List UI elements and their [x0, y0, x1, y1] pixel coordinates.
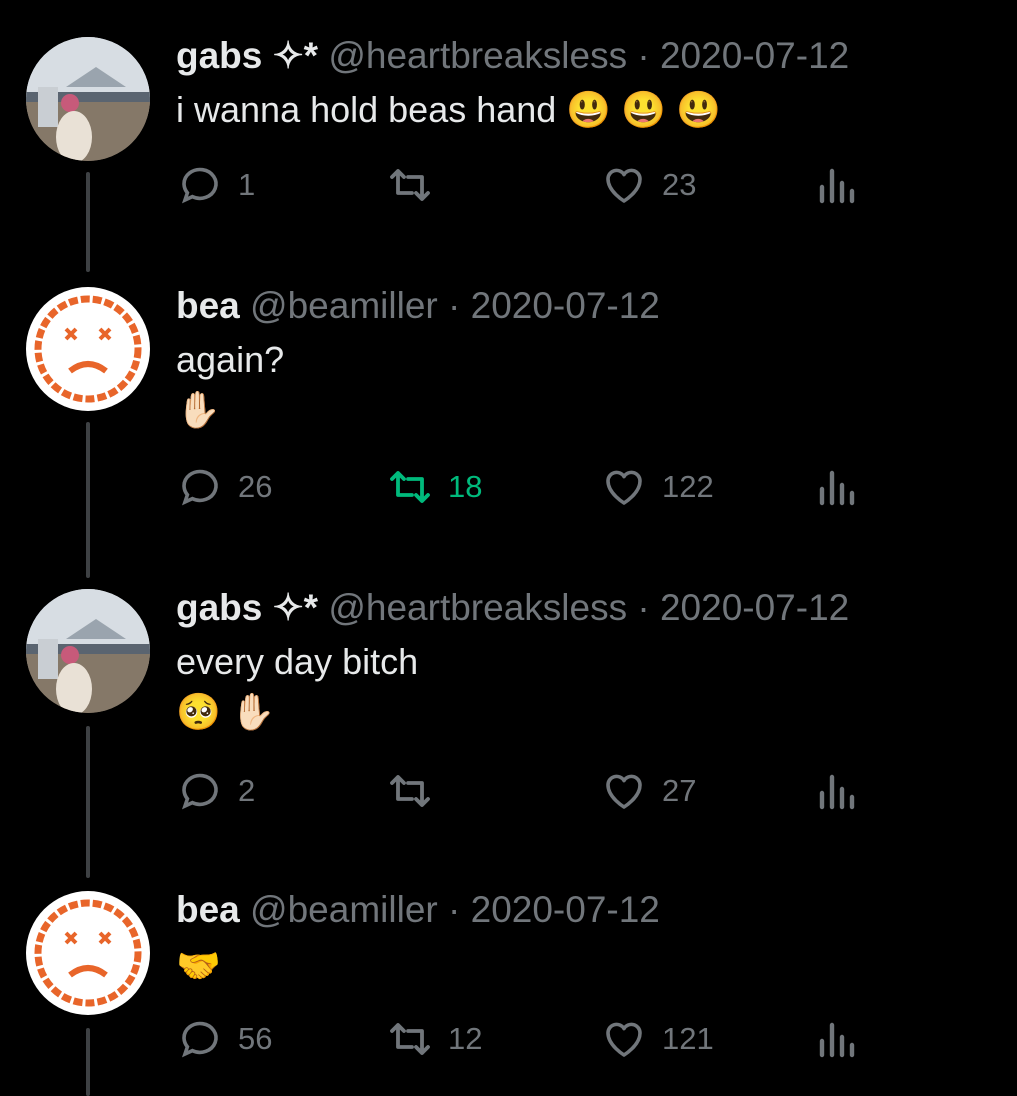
- bar-chart-icon: [819, 470, 855, 506]
- like-count: 27: [662, 773, 697, 808]
- action-bar: 26 18 122: [176, 462, 876, 512]
- reply-button[interactable]: 26: [176, 462, 272, 512]
- reply-count: 2: [238, 773, 256, 808]
- heart-icon: [606, 774, 642, 809]
- views-button[interactable]: [816, 1014, 856, 1064]
- tweet-header: bea @beamiller · 2020-07-12: [176, 888, 997, 932]
- tweet-header: bea @beamiller · 2020-07-12: [176, 284, 997, 328]
- speech-bubble-icon: [181, 773, 218, 810]
- avatar-photo-image: [26, 589, 150, 713]
- handle[interactable]: @heartbreaksless: [328, 35, 627, 76]
- like-count: 122: [662, 469, 714, 504]
- action-bar: 2 27: [176, 766, 876, 816]
- reply-button[interactable]: 2: [176, 766, 255, 816]
- timestamp[interactable]: · 2020-07-12: [448, 285, 660, 326]
- bar-chart-icon: [819, 1022, 855, 1058]
- tweet-emoji: 🥺 ✋🏻: [176, 691, 276, 732]
- timestamp[interactable]: · 2020-07-12: [448, 889, 660, 930]
- tweet-text: i wanna hold beas hand 😃 😃 😃: [176, 84, 997, 136]
- avatar[interactable]: [26, 589, 150, 713]
- tweet-text-content: every day bitch: [176, 641, 419, 682]
- like-count: 23: [662, 167, 697, 202]
- heart-icon: [606, 470, 642, 505]
- retweet-count: 12: [448, 1021, 483, 1056]
- pixel-face-image: [34, 899, 142, 1007]
- thread-connector-line: [86, 172, 90, 272]
- retweet-icon: [390, 169, 430, 201]
- avatar[interactable]: [26, 287, 150, 411]
- views-button[interactable]: [816, 160, 856, 210]
- like-button[interactable]: 122: [600, 462, 714, 512]
- avatar[interactable]: [26, 37, 150, 161]
- like-count: 121: [662, 1021, 714, 1056]
- thread-connector-line: [86, 422, 90, 578]
- tweet-text-content: i wanna hold beas hand: [176, 89, 557, 130]
- avatar-photo-image: [26, 37, 150, 161]
- tweet-header: gabs ✧* @heartbreaksless · 2020-07-12: [176, 586, 997, 630]
- views-button[interactable]: [816, 766, 856, 816]
- handle[interactable]: @beamiller: [250, 889, 438, 930]
- like-button[interactable]: 121: [600, 1014, 714, 1064]
- speech-bubble-icon: [181, 1021, 218, 1058]
- handle[interactable]: @heartbreaksless: [328, 587, 627, 628]
- pixel-face-image: [34, 295, 142, 403]
- views-button[interactable]: [816, 462, 856, 512]
- heart-icon: [606, 168, 642, 203]
- display-name[interactable]: gabs ✧*: [176, 587, 318, 628]
- like-button[interactable]: 23: [600, 160, 696, 210]
- retweet-count: 18: [448, 469, 483, 504]
- bar-chart-icon: [819, 774, 855, 810]
- retweet-icon: [390, 1023, 430, 1055]
- retweet-button[interactable]: [386, 160, 448, 210]
- reply-button[interactable]: 56: [176, 1014, 272, 1064]
- retweet-icon: [390, 775, 430, 807]
- display-name[interactable]: gabs ✧*: [176, 35, 318, 76]
- timestamp[interactable]: · 2020-07-12: [637, 587, 849, 628]
- tweet-emoji: 🤝: [176, 945, 221, 986]
- tweet-emoji: 😃 😃 😃: [566, 89, 721, 130]
- thread-connector-line: [86, 726, 90, 878]
- retweet-button[interactable]: 18: [386, 462, 482, 512]
- retweet-button[interactable]: 12: [386, 1014, 482, 1064]
- display-name[interactable]: bea: [176, 285, 240, 326]
- reply-thread: gabs ✧* @heartbreaksless · 2020-07-12 i …: [0, 0, 1017, 1096]
- like-button[interactable]: 27: [600, 766, 696, 816]
- action-bar: 56 12 121: [176, 1014, 876, 1064]
- retweet-button[interactable]: [386, 766, 448, 816]
- action-bar: 1 23: [176, 160, 876, 210]
- retweet-icon: [390, 471, 430, 503]
- timestamp[interactable]: · 2020-07-12: [637, 35, 849, 76]
- tweet-header: gabs ✧* @heartbreaksless · 2020-07-12: [176, 34, 997, 78]
- display-name[interactable]: bea: [176, 889, 240, 930]
- speech-bubble-icon: [181, 167, 218, 204]
- tweet-emoji: ✋🏻: [176, 389, 221, 430]
- handle[interactable]: @beamiller: [250, 285, 438, 326]
- reply-count: 56: [238, 1021, 273, 1056]
- reply-button[interactable]: 1: [176, 160, 255, 210]
- speech-bubble-icon: [181, 469, 218, 506]
- heart-icon: [606, 1022, 642, 1057]
- thread-connector-line: [86, 1028, 90, 1096]
- tweet-text-content: again?: [176, 339, 285, 380]
- reply-count: 1: [238, 167, 256, 202]
- reply-count: 26: [238, 469, 273, 504]
- bar-chart-icon: [819, 168, 855, 204]
- avatar[interactable]: [26, 891, 150, 1015]
